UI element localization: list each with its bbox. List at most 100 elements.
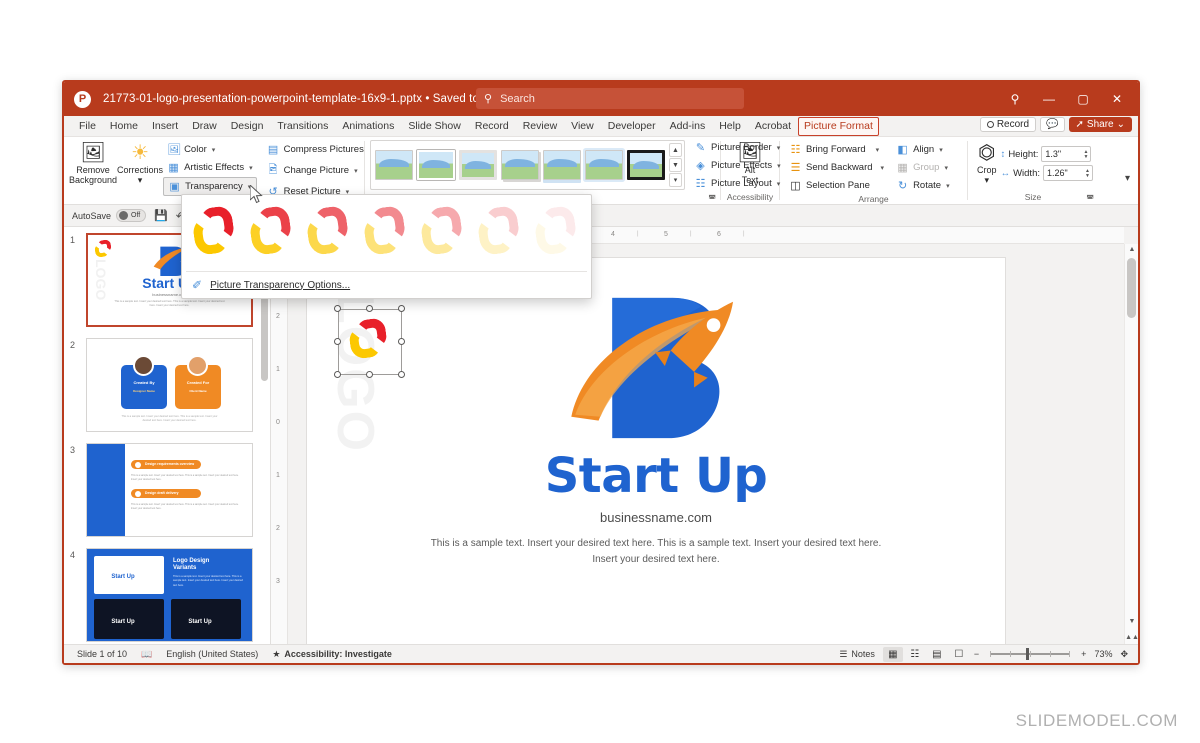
transparency-preset-0[interactable] [188, 203, 243, 265]
share-button[interactable]: ➚ Share ⌄ [1068, 117, 1132, 132]
slide-editing-surface[interactable]: LOGO Start Up businessname.com This is a… [306, 257, 1006, 650]
slide-subtitle[interactable]: businessname.com [307, 510, 1005, 525]
tab-draw[interactable]: Draw [185, 116, 224, 137]
picture-styles-gallery[interactable]: ▲ ▼ ▾ [370, 140, 685, 190]
selection-pane-button[interactable]: ◫ Selection Pane [785, 177, 888, 194]
resize-handle-w[interactable] [334, 338, 341, 345]
scroll-down-icon[interactable]: ▼ [1125, 618, 1138, 625]
list-item[interactable]: 4 Start Up Logo Design Variants This is … [70, 548, 260, 642]
height-input[interactable]: 1.3" ▲ ▼ [1041, 146, 1092, 162]
close-button[interactable]: ✕ [1100, 82, 1134, 116]
record-button[interactable]: Record [979, 117, 1037, 132]
zoom-level[interactable]: 73% [1090, 649, 1116, 659]
comments-button[interactable]: 💬 [1040, 117, 1065, 132]
picture-styles-dialog-launcher[interactable]: ◚ [708, 194, 716, 203]
save-icon[interactable]: 💾 [154, 209, 168, 222]
list-item[interactable]: 2 Created By Designer Name Created For C… [70, 338, 260, 432]
list-item[interactable]: 3 Design requirements overview This is a… [70, 443, 260, 537]
slide-title[interactable]: Start Up [307, 448, 1005, 504]
gallery-more-icon[interactable]: ▾ [669, 173, 682, 187]
startup-b-logo[interactable] [561, 292, 757, 444]
collapse-ribbon-icon[interactable]: ▾ [1125, 173, 1130, 184]
tab-design[interactable]: Design [224, 116, 271, 137]
picture-style-1[interactable] [375, 150, 413, 180]
slideshow-button[interactable]: ☐ [949, 647, 969, 662]
search-input[interactable]: ⚲ Search [476, 88, 744, 109]
slide-sorter-button[interactable]: ☷ [905, 647, 925, 662]
accessibility-status[interactable]: ★ Accessibility: Investigate [265, 649, 399, 660]
width-stepper[interactable]: ▲ ▼ [1085, 166, 1090, 182]
help-icon[interactable]: ⚲ [998, 82, 1032, 116]
send-backward-button[interactable]: ☰ Send Backward ▾ [785, 159, 888, 176]
zoom-slider-thumb[interactable] [1026, 648, 1030, 660]
resize-handle-sw[interactable] [334, 371, 341, 378]
previous-slide-icon[interactable]: ▲▲ [1125, 634, 1138, 641]
tab-review[interactable]: Review [516, 116, 564, 137]
artistic-effects-button[interactable]: ▦ Artistic Effects ▾ [163, 159, 257, 176]
transparency-preset-50[interactable] [359, 203, 414, 265]
tab-insert[interactable]: Insert [145, 116, 185, 137]
tab-transitions[interactable]: Transitions [270, 116, 335, 137]
size-dialog-launcher[interactable]: ◚ [1086, 194, 1094, 203]
resize-handle-s[interactable] [366, 371, 373, 378]
picture-style-3[interactable] [459, 150, 497, 180]
tab-picture-format[interactable]: Picture Format [798, 116, 879, 136]
zoom-in-button[interactable]: + [1077, 649, 1090, 659]
tab-file[interactable]: File [72, 116, 103, 137]
picture-style-2[interactable] [417, 150, 455, 180]
color-button[interactable]: 🖼 Color ▾ [163, 141, 257, 158]
selected-picture[interactable] [334, 305, 405, 378]
tab-add-ins[interactable]: Add-ins [663, 116, 713, 137]
bring-forward-button[interactable]: ☷ Bring Forward ▾ [785, 141, 888, 158]
canvas-scrollbar-thumb[interactable] [1127, 258, 1136, 318]
picture-transparency-options-item[interactable]: ✐ Picture Transparency Options... [182, 272, 591, 298]
slide-body-text[interactable]: This is a sample text. Insert your desir… [425, 536, 887, 567]
canvas-vertical-scrollbar[interactable]: ▲ ▼ ▲▲ ▼▼ [1124, 244, 1138, 663]
crop-button[interactable]: ⏣ Crop ▾ [973, 140, 1001, 186]
slide-thumbnail-3[interactable]: Design requirements overview This is a s… [86, 443, 253, 537]
resize-handle-ne[interactable] [398, 305, 405, 312]
change-picture-button[interactable]: 🖻 Change Picture ▾ [263, 159, 368, 182]
autosave-control[interactable]: AutoSave Off [72, 209, 147, 222]
alt-text-button[interactable]: 🖼 Alt Text [726, 140, 774, 186]
resize-handle-n[interactable] [366, 305, 373, 312]
scroll-up-icon[interactable]: ▲ [1125, 246, 1138, 253]
tab-home[interactable]: Home [103, 116, 145, 137]
align-button[interactable]: ◧ Align ▾ [892, 141, 954, 158]
thumbnail-scrollbar-thumb[interactable] [261, 289, 268, 381]
resize-handle-se[interactable] [398, 371, 405, 378]
tab-acrobat[interactable]: Acrobat [748, 116, 798, 137]
tab-record[interactable]: Record [468, 116, 516, 137]
spell-check-icon[interactable]: 📖 [134, 649, 159, 660]
tab-view[interactable]: View [564, 116, 601, 137]
picture-style-4[interactable] [501, 150, 539, 180]
transparency-preset-65[interactable] [416, 203, 471, 265]
language-indicator[interactable]: English (United States) [159, 649, 265, 659]
transparency-dropdown-menu[interactable]: ✐ Picture Transparency Options... [181, 194, 592, 299]
corrections-button[interactable]: ☀ Corrections ▾ [117, 140, 163, 186]
minimize-button[interactable]: — [1032, 82, 1066, 116]
compress-pictures-button[interactable]: ▤ Compress Pictures [263, 141, 368, 158]
transparency-preset-95[interactable] [530, 203, 585, 265]
tab-slide-show[interactable]: Slide Show [401, 116, 468, 137]
picture-style-5[interactable] [543, 150, 581, 180]
resize-handle-nw[interactable] [334, 305, 341, 312]
transparency-preset-15[interactable] [245, 203, 300, 265]
autosave-toggle[interactable]: Off [116, 209, 147, 222]
rotate-button[interactable]: ↻ Rotate ▾ [892, 177, 954, 194]
maximize-button[interactable]: ▢ [1066, 82, 1100, 116]
tab-animations[interactable]: Animations [335, 116, 401, 137]
tab-developer[interactable]: Developer [601, 116, 663, 137]
resize-handle-e[interactable] [398, 338, 405, 345]
normal-view-button[interactable]: ▦ [882, 646, 903, 662]
slide-counter[interactable]: Slide 1 of 10 [70, 649, 134, 659]
tab-help[interactable]: Help [712, 116, 748, 137]
transparency-preset-80[interactable] [473, 203, 528, 265]
remove-background-button[interactable]: 🖼 Remove Background [69, 140, 117, 186]
gallery-scroll-up-icon[interactable]: ▲ [669, 143, 682, 157]
picture-style-7[interactable] [627, 150, 665, 180]
zoom-slider[interactable] [990, 648, 1071, 660]
gallery-scroll-down-icon[interactable]: ▼ [669, 158, 682, 172]
slide-thumbnail-2[interactable]: Created By Designer Name Created For Cli… [86, 338, 253, 432]
picture-style-6[interactable] [585, 150, 623, 180]
